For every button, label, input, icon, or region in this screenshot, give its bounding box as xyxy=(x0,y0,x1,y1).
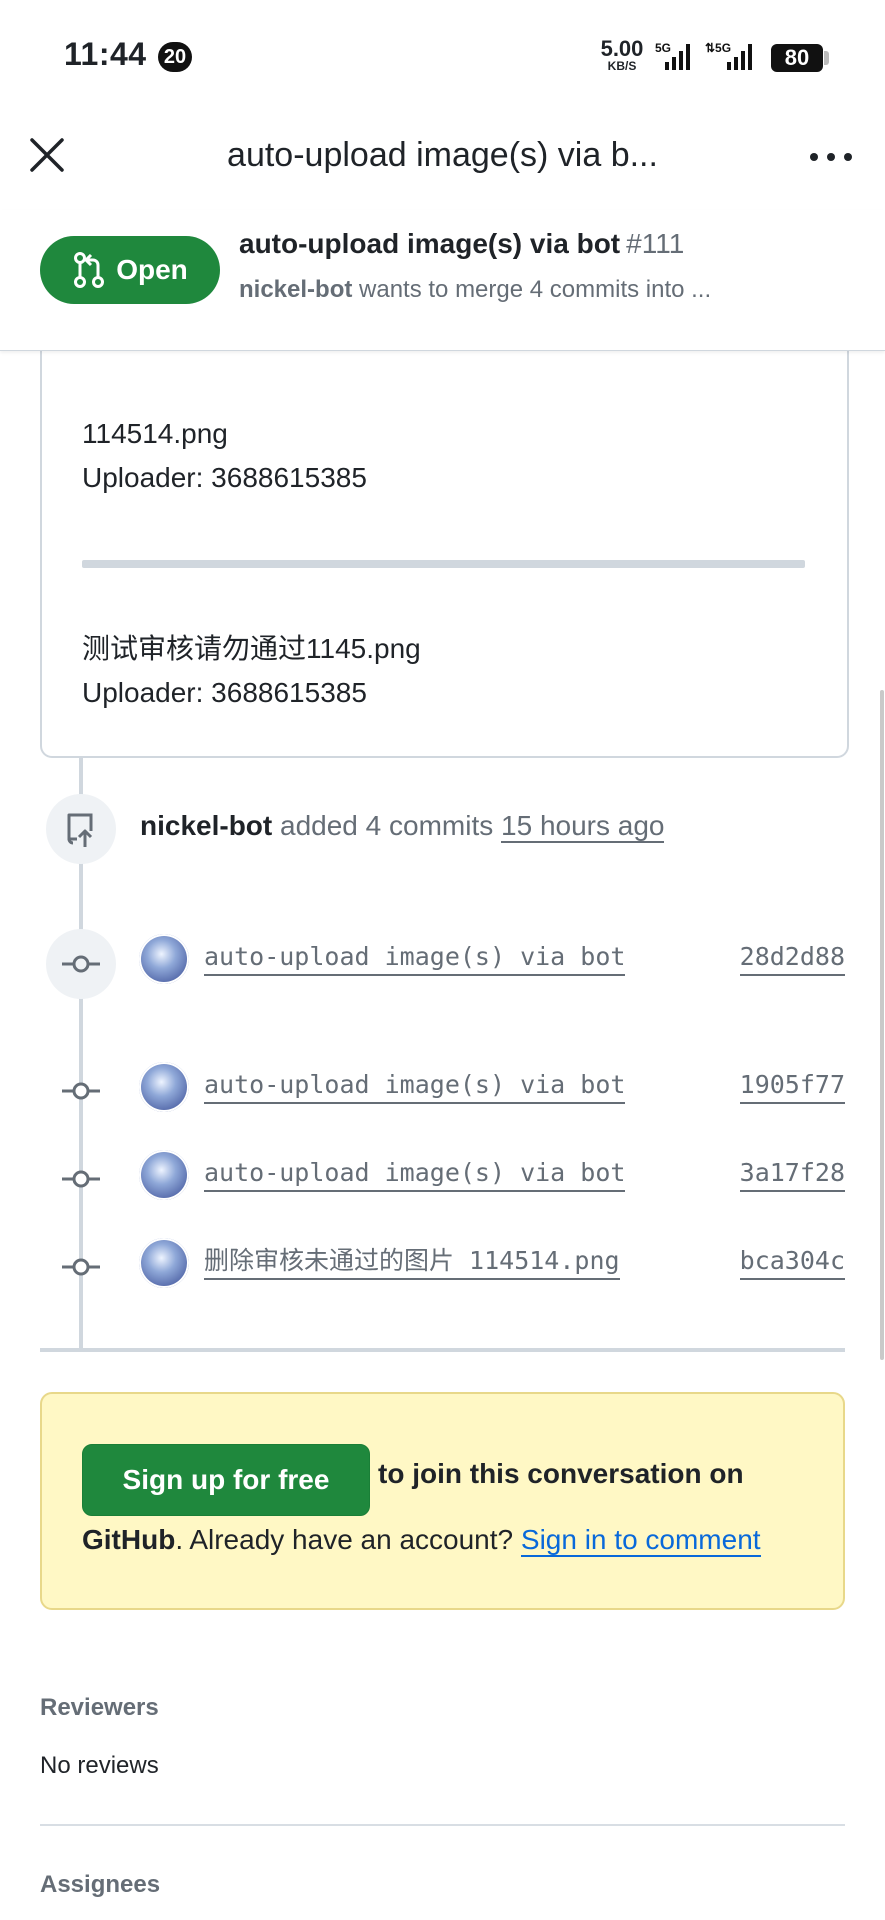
svg-text:5G: 5G xyxy=(655,41,671,55)
github-label: GitHub xyxy=(82,1524,176,1555)
assignees-heading: Assignees xyxy=(40,1871,161,1898)
more-icon[interactable] xyxy=(806,132,856,182)
signal-5g-icon: 5G xyxy=(655,41,690,70)
pr-state-badge: Open xyxy=(40,236,220,304)
signup-button[interactable]: Sign up for free xyxy=(82,1444,370,1516)
reviewers-heading: Reviewers xyxy=(40,1694,159,1721)
push-icon xyxy=(67,813,93,847)
upload-filename: 测试审核请勿通过1145.png xyxy=(82,633,421,664)
signup-notice: Sign up for free to join this conversati… xyxy=(40,1392,845,1610)
net-speed-value: 5.00 xyxy=(600,36,644,61)
pr-header: Open auto-upload image(s) via bot #111 ni… xyxy=(0,210,885,351)
pr-state-label: Open xyxy=(116,254,188,285)
battery-tip xyxy=(824,51,829,65)
event-actor[interactable]: nickel-bot xyxy=(140,810,272,841)
commit-sha[interactable]: 1905f77 xyxy=(739,1068,845,1104)
commit-sha[interactable]: 28d2d88 xyxy=(739,940,845,976)
event-action: added 4 commits xyxy=(280,810,494,841)
git-commit-icon xyxy=(62,1258,100,1276)
commit-sha[interactable]: bca304c xyxy=(739,1244,845,1280)
reviewers-value: No reviews xyxy=(40,1752,159,1779)
notification-count-badge: 20 xyxy=(158,42,192,72)
pr-author[interactable]: nickel-bot xyxy=(239,276,352,303)
clock: 11:44 xyxy=(64,36,147,72)
pr-summary-text: wants to merge 4 commits into ... xyxy=(359,276,712,303)
top-app-bar: auto-upload image(s) via b... xyxy=(0,110,885,210)
avatar[interactable] xyxy=(139,1150,189,1200)
commit-message[interactable]: auto-upload image(s) via bot xyxy=(204,1068,626,1104)
upload-entry: 114514.png Uploader: 3688615385 xyxy=(82,412,367,500)
upload-uploader: Uploader: 3688615385 xyxy=(82,677,367,708)
battery-indicator: 80 xyxy=(771,44,823,72)
pull-request-icon xyxy=(74,252,105,288)
commit-icon-bg xyxy=(46,929,116,999)
status-bar: 11:44 20 5.00 KB/S 5G ⇅5G 80 xyxy=(0,0,885,110)
commit-message[interactable]: auto-upload image(s) via bot xyxy=(204,1156,626,1192)
commit-sha[interactable]: 3a17f28 xyxy=(739,1156,845,1192)
page-title: auto-upload image(s) via b... xyxy=(227,136,658,174)
svg-text:⇅5G: ⇅5G xyxy=(705,41,731,55)
comment-body: 114514.png Uploader: 3688615385 测试审核请勿通过… xyxy=(40,330,849,758)
event-time[interactable]: 15 hours ago xyxy=(501,810,665,843)
scrollbar[interactable] xyxy=(880,690,884,1360)
upload-entry: 测试审核请勿通过1145.png Uploader: 3688615385 xyxy=(82,627,421,715)
push-event-icon xyxy=(46,794,116,864)
pr-title-text: auto-upload image(s) via bot xyxy=(239,228,621,259)
git-commit-icon xyxy=(62,1170,100,1188)
net-speed-unit: KB/S xyxy=(607,59,637,73)
pr-number: #111 xyxy=(626,228,685,259)
avatar[interactable] xyxy=(139,934,189,984)
commits-added-event: nickel-bot added 4 commits 15 hours ago xyxy=(140,810,665,843)
network-speed: 5.00 KB/S xyxy=(596,36,648,73)
timeline-end-divider xyxy=(40,1348,845,1352)
git-commit-icon xyxy=(62,1082,100,1100)
account-question: . Already have an account? xyxy=(175,1524,514,1555)
git-commit-icon xyxy=(62,955,100,973)
divider xyxy=(40,1824,845,1826)
commit-message[interactable]: auto-upload image(s) via bot xyxy=(204,940,626,976)
close-icon[interactable] xyxy=(22,130,72,180)
signal-5g-2-icon: ⇅5G xyxy=(705,41,752,70)
commit-message[interactable]: 删除审核未通过的图片 114514.png xyxy=(204,1244,620,1280)
pr-title: auto-upload image(s) via bot #111 xyxy=(239,228,684,260)
upload-filename: 114514.png xyxy=(82,418,228,449)
avatar[interactable] xyxy=(139,1062,189,1112)
signup-tail-text: to join this conversation on xyxy=(378,1458,744,1489)
signup-second-line: GitHub. Already have an account? Sign in… xyxy=(82,1518,761,1562)
pr-summary: nickel-bot wants to merge 4 commits into… xyxy=(239,276,859,304)
avatar[interactable] xyxy=(139,1238,189,1288)
signin-link[interactable]: Sign in to comment xyxy=(520,1524,761,1557)
divider xyxy=(82,560,805,568)
upload-uploader: Uploader: 3688615385 xyxy=(82,462,367,493)
